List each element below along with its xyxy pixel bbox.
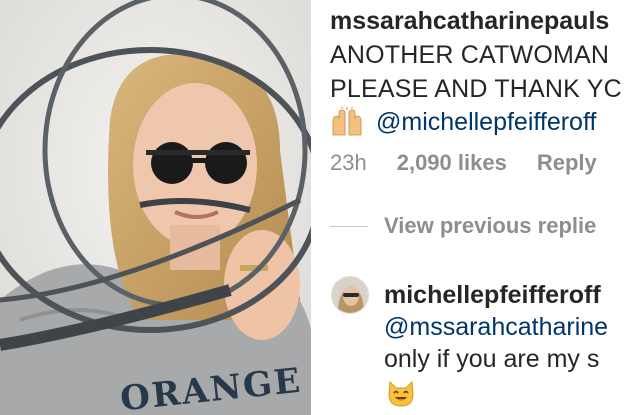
raising-hands-icon [332, 107, 362, 136]
reply-text: only if you are my s [384, 345, 600, 373]
comment-thread: mssarahcatharinepauls ANOTHER CATWOMAN P… [318, 0, 625, 415]
reply-mention-link[interactable]: @mssarahcatharine [384, 313, 608, 342]
comment-text-line-2: PLEASE AND THANK YC [330, 75, 622, 103]
smiling-cat-icon [388, 380, 414, 407]
photo: ORANGE [0, 0, 311, 415]
divider [311, 0, 318, 415]
comment-mention-link[interactable]: @michellepfeifferoff [376, 108, 596, 137]
view-previous-rule [330, 225, 368, 227]
comment-mention-row: @michellepfeifferoff [330, 107, 596, 137]
photo-image [0, 0, 311, 415]
view-previous-replies[interactable]: View previous replie [330, 213, 596, 239]
reply-button[interactable]: Reply [537, 150, 597, 176]
comment-time: 23h [330, 150, 367, 175]
comment-likes[interactable]: 2,090 likes [397, 150, 507, 176]
reply-username[interactable]: michellepfeifferoff [384, 281, 601, 310]
avatar[interactable] [331, 276, 369, 314]
comment-username[interactable]: mssarahcatharinepauls [330, 7, 609, 36]
view-previous-label[interactable]: View previous replie [384, 213, 596, 239]
comment-meta: 23h 2,090 likes Reply [330, 150, 597, 176]
avatar-image [332, 277, 368, 313]
comment-text-line-1: ANOTHER CATWOMAN [330, 41, 610, 69]
